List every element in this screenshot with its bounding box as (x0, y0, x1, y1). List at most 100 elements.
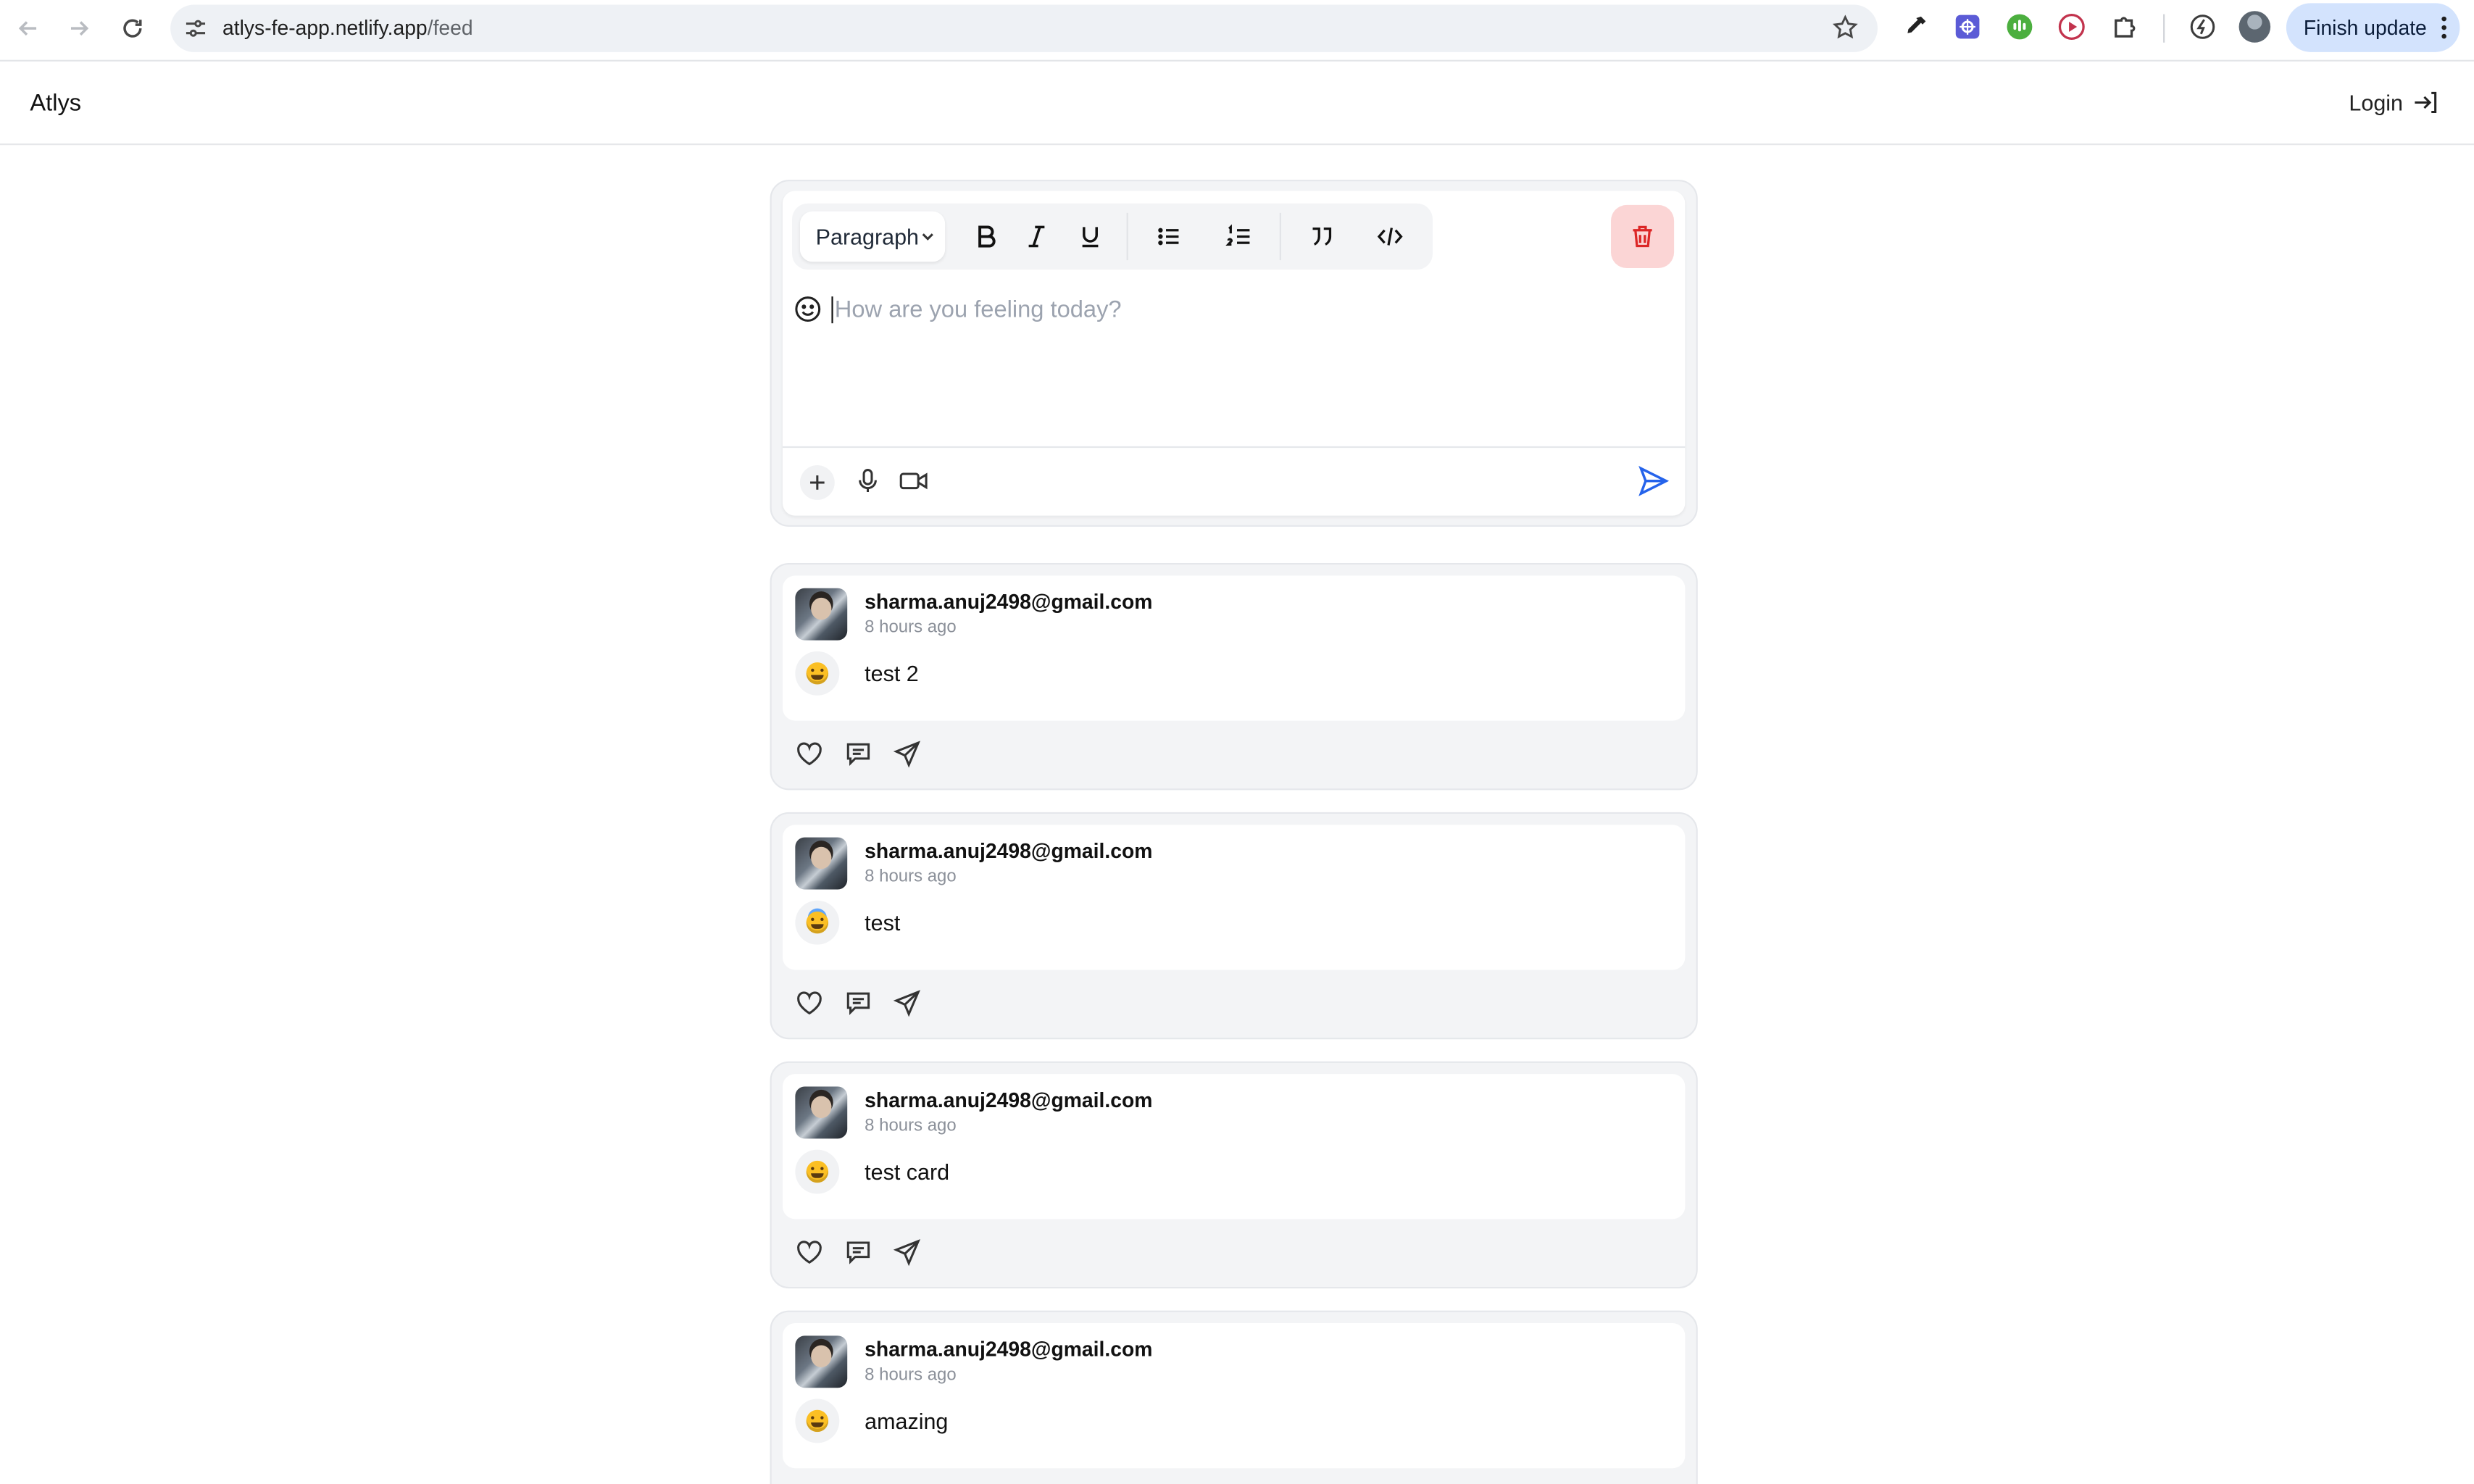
underline-button[interactable] (1075, 221, 1107, 253)
share-icon (893, 741, 921, 768)
login-icon (2415, 91, 2437, 114)
post-text: test 2 (865, 660, 919, 686)
comment-button[interactable] (844, 989, 872, 1017)
post-content: sharma.anuj2498@gmail.com 8 hours ago te… (782, 1074, 1686, 1220)
underline-icon (1082, 227, 1099, 248)
text-caret (831, 296, 833, 324)
comment-icon (846, 992, 870, 1015)
eyedropper-icon[interactable] (1902, 12, 1930, 41)
login-label: Login (2349, 90, 2404, 115)
share-button[interactable] (893, 989, 921, 1017)
post-card: sharma.anuj2498@gmail.com 8 hours ago te… (770, 812, 1698, 1040)
lightning-icon[interactable] (2188, 12, 2217, 41)
chevron-down-icon (922, 233, 933, 241)
share-button[interactable] (893, 1238, 921, 1267)
post-card: sharma.anuj2498@gmail.com 8 hours ago te… (770, 562, 1698, 791)
toolbar-divider (1279, 212, 1281, 261)
reload-icon[interactable] (117, 12, 149, 44)
post-composer: Paragraph (770, 180, 1698, 527)
italic-button[interactable] (1021, 221, 1053, 253)
italic-icon (1028, 225, 1045, 248)
quote-button[interactable] (1307, 221, 1338, 253)
bold-icon (978, 225, 996, 248)
comment-button[interactable] (844, 740, 872, 768)
post-timestamp: 8 hours ago (865, 867, 957, 887)
browser-toolbar: atlys-fe-app.netlify.app/feed Finish upd… (0, 0, 2474, 62)
forward-icon[interactable] (63, 12, 95, 44)
comment-icon (846, 1241, 870, 1264)
post-author[interactable]: sharma.anuj2498@gmail.com (865, 1338, 1152, 1362)
avatar[interactable] (795, 588, 848, 641)
code-button[interactable] (1374, 221, 1406, 253)
post-author[interactable]: sharma.anuj2498@gmail.com (865, 590, 1152, 614)
post-card: sharma.anuj2498@gmail.com 8 hours ago te… (770, 1061, 1698, 1289)
finish-update-label: Finish update (2303, 15, 2427, 40)
microphone-icon[interactable] (854, 467, 882, 495)
like-button[interactable] (795, 740, 823, 768)
post-author[interactable]: sharma.anuj2498@gmail.com (865, 1088, 1152, 1112)
finish-update-button[interactable]: Finish update (2286, 3, 2460, 52)
paragraph-style-select[interactable]: Paragraph (799, 211, 946, 262)
bulleted-list-icon (1158, 228, 1179, 246)
comment-icon (846, 743, 870, 767)
send-icon[interactable] (1636, 464, 1671, 499)
formatting-toolbar: Paragraph (792, 203, 1433, 270)
post-text: test card (865, 1159, 950, 1185)
extension-icon[interactable] (2005, 12, 2033, 41)
numbered-list-button[interactable] (1223, 221, 1254, 253)
heart-icon (797, 742, 822, 766)
login-button[interactable]: Login (2349, 90, 2438, 115)
post-text-input[interactable] (831, 290, 1624, 328)
more-vert-icon[interactable] (2441, 16, 2447, 40)
bulleted-list-button[interactable] (1154, 221, 1186, 253)
face-savoring-food-icon (795, 1149, 840, 1194)
post-content: sharma.anuj2498@gmail.com 8 hours ago te… (782, 825, 1686, 970)
trash-icon (1633, 225, 1652, 248)
brand-logo[interactable]: Atlys (30, 90, 81, 117)
composer-divider (782, 446, 1686, 449)
post-timestamp: 8 hours ago (865, 618, 957, 638)
quote-icon (1312, 227, 1332, 246)
grinning-face-icon (795, 1398, 840, 1443)
share-button[interactable] (893, 740, 921, 768)
url-text[interactable]: atlys-fe-app.netlify.app/feed (222, 16, 473, 40)
comment-button[interactable] (844, 1238, 872, 1266)
post-timestamp: 8 hours ago (865, 1116, 957, 1136)
like-button[interactable] (795, 989, 823, 1017)
avatar[interactable] (795, 1335, 848, 1388)
heart-icon (797, 1241, 822, 1264)
address-bar[interactable]: atlys-fe-app.netlify.app/feed (170, 4, 1878, 52)
video-camera-icon[interactable] (898, 467, 930, 495)
like-button[interactable] (795, 1238, 823, 1266)
composer-card: Paragraph (782, 191, 1686, 516)
avatar[interactable] (795, 837, 848, 890)
bold-button[interactable] (970, 221, 1002, 253)
heart-icon (797, 991, 822, 1015)
app-header: Atlys Login (0, 61, 2474, 146)
extension-icon[interactable] (2057, 12, 2086, 41)
back-icon[interactable] (12, 12, 44, 44)
emoji-picker-icon[interactable] (794, 295, 822, 323)
extension-icon[interactable] (1953, 12, 1981, 41)
plus-icon (810, 475, 825, 490)
post-card: sharma.anuj2498@gmail.com 8 hours ago am… (770, 1310, 1698, 1484)
numbered-list-icon (1225, 224, 1250, 246)
avatar[interactable] (795, 1086, 848, 1139)
profile-avatar[interactable] (2238, 11, 2271, 43)
add-attachment-button[interactable] (799, 465, 835, 500)
delete-post-button[interactable] (1611, 204, 1675, 268)
share-icon (893, 990, 921, 1017)
toolbar-separator (2163, 14, 2165, 43)
site-settings-icon[interactable] (183, 16, 209, 41)
url-path: /feed (427, 15, 473, 40)
toolbar-divider (1126, 212, 1128, 261)
post-text: amazing (865, 1408, 949, 1434)
bookmark-star-icon[interactable] (1832, 14, 1859, 41)
url-host: atlys-fe-app.netlify.app (222, 15, 428, 40)
grinning-face-icon (795, 651, 840, 696)
post-content: sharma.anuj2498@gmail.com 8 hours ago am… (782, 1322, 1686, 1469)
code-icon (1377, 228, 1403, 246)
share-icon (893, 1239, 921, 1267)
post-author[interactable]: sharma.anuj2498@gmail.com (865, 839, 1152, 863)
extensions-puzzle-icon[interactable] (2111, 12, 2139, 41)
